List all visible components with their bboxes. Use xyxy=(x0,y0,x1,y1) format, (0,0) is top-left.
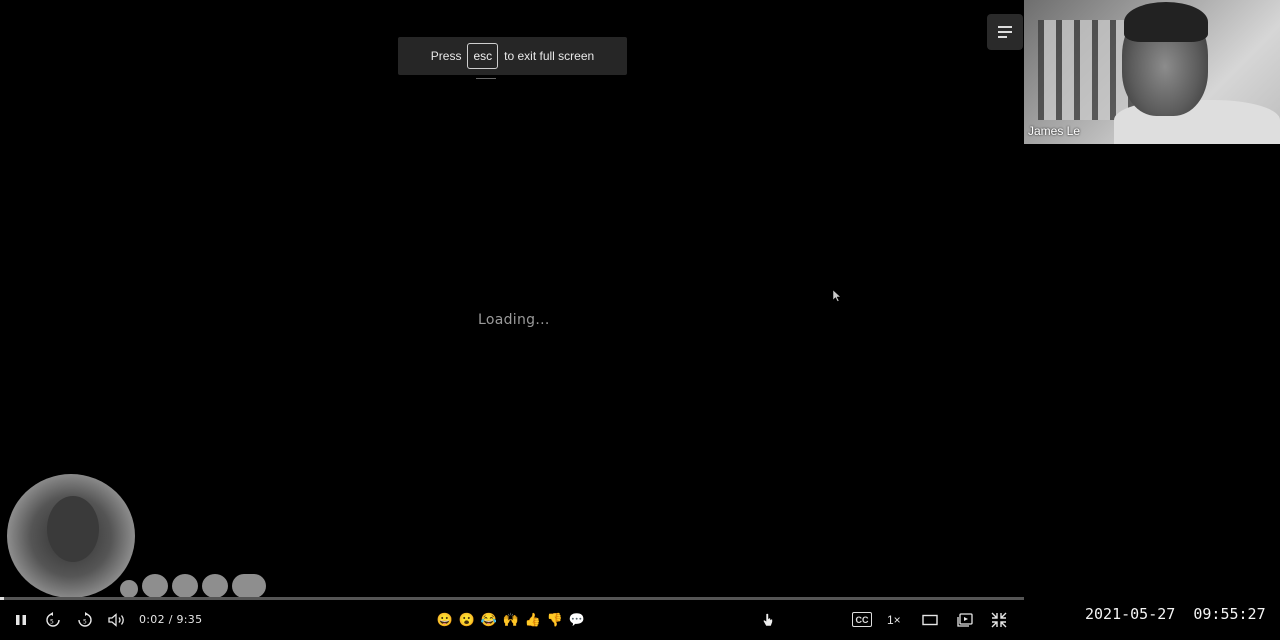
forward-5-icon: 5 xyxy=(78,612,92,627)
viewer-avatar xyxy=(202,574,228,598)
picture-in-picture-button[interactable] xyxy=(954,608,976,632)
presenter-face xyxy=(47,496,99,562)
reaction-raised-hands-icon[interactable]: 🙌 xyxy=(502,610,520,630)
banner-press-text: Press xyxy=(430,49,462,63)
exit-fullscreen-button[interactable] xyxy=(988,608,1010,632)
forward-button[interactable]: 5 xyxy=(75,608,95,632)
webcam-feed: James Le xyxy=(1024,0,1280,144)
rewind-button[interactable]: 5 xyxy=(43,608,63,632)
video-stage[interactable]: Press esc to exit full screen Loading...… xyxy=(0,0,1024,640)
exit-fullscreen-banner: Press esc to exit full screen xyxy=(398,37,627,75)
hand-pointer-icon xyxy=(763,613,773,627)
playback-speed-button[interactable]: 1× xyxy=(887,613,901,627)
webcam-background-window xyxy=(1038,20,1134,120)
volume-icon xyxy=(108,613,124,627)
reaction-thumbs-down-icon[interactable]: 👎 xyxy=(546,610,564,630)
theater-mode-icon xyxy=(922,614,938,626)
pause-icon xyxy=(16,615,26,625)
esc-key-badge: esc xyxy=(467,43,499,69)
volume-button[interactable] xyxy=(106,608,128,632)
viewer-avatar xyxy=(172,574,198,598)
svg-text:5: 5 xyxy=(83,619,87,626)
picture-in-picture-icon xyxy=(957,613,973,627)
rewind-5-icon: 5 xyxy=(46,612,60,627)
time-display: 0:02 / 9:35 xyxy=(139,613,203,626)
viewer-avatar xyxy=(232,574,266,598)
comment-icon[interactable]: 💬 xyxy=(568,610,586,630)
menu-icon xyxy=(998,26,1012,28)
pause-button[interactable] xyxy=(11,608,31,632)
captions-button[interactable]: CC xyxy=(852,612,872,627)
banner-underline xyxy=(476,78,496,79)
reaction-thumbs-up-icon[interactable]: 👍 xyxy=(524,610,542,630)
viewer-avatar xyxy=(142,574,168,598)
svg-text:5: 5 xyxy=(50,619,54,626)
reaction-smile-icon[interactable]: 😀 xyxy=(436,610,454,630)
webcam-person-hair xyxy=(1124,2,1208,42)
mouse-pointer-icon xyxy=(833,290,841,302)
viewer-avatars xyxy=(120,574,266,598)
theater-mode-button[interactable] xyxy=(919,608,941,632)
banner-suffix-text: to exit full screen xyxy=(504,49,595,63)
presenter-avatar-bubble xyxy=(7,474,135,598)
loading-text: Loading... xyxy=(478,312,550,328)
webcam-name-label: James Le xyxy=(1028,124,1081,138)
reaction-laugh-icon[interactable]: 😂 xyxy=(480,610,498,630)
recording-timestamp: 2021-05-27 09:55:27 xyxy=(1085,605,1266,623)
menu-button[interactable] xyxy=(987,14,1023,50)
viewer-avatar xyxy=(120,580,138,598)
exit-fullscreen-icon xyxy=(991,612,1007,628)
reaction-surprised-icon[interactable]: 😮 xyxy=(458,610,476,630)
reaction-bar: 😀 😮 😂 🙌 👍 👎 💬 xyxy=(436,610,586,630)
